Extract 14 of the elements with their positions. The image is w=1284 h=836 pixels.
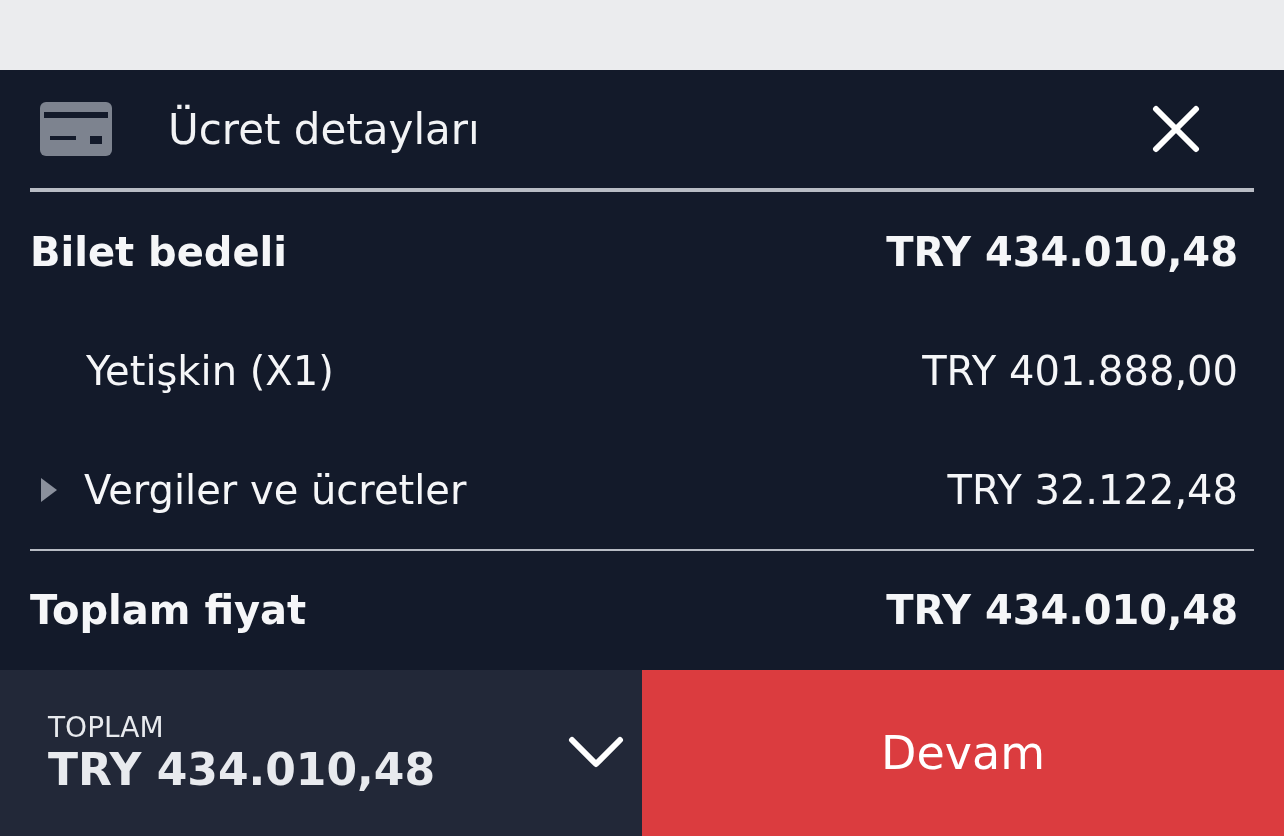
- price-amount: TRY 401.888,00: [922, 347, 1238, 394]
- price-amount: TRY 434.010,48: [886, 228, 1238, 275]
- price-label: Yetişkin (X1): [86, 347, 335, 394]
- price-amount: TRY 32.122,48: [947, 466, 1238, 513]
- total-amount: TRY 434.010,48: [48, 744, 437, 795]
- price-label: Vergiler ve ücretler: [84, 466, 468, 513]
- chevron-icon[interactable]: [568, 736, 624, 770]
- credit-card-icon: [40, 102, 112, 156]
- price-label: Bilet bedeli: [30, 228, 289, 275]
- price-label: Toplam fiyat: [30, 586, 308, 633]
- total-label: TOPLAM: [48, 711, 165, 744]
- price-amount: TRY 434.010,48: [886, 586, 1238, 633]
- panel-title: Ücret detayları: [168, 104, 481, 154]
- continue-button[interactable]: Devam: [642, 670, 1284, 836]
